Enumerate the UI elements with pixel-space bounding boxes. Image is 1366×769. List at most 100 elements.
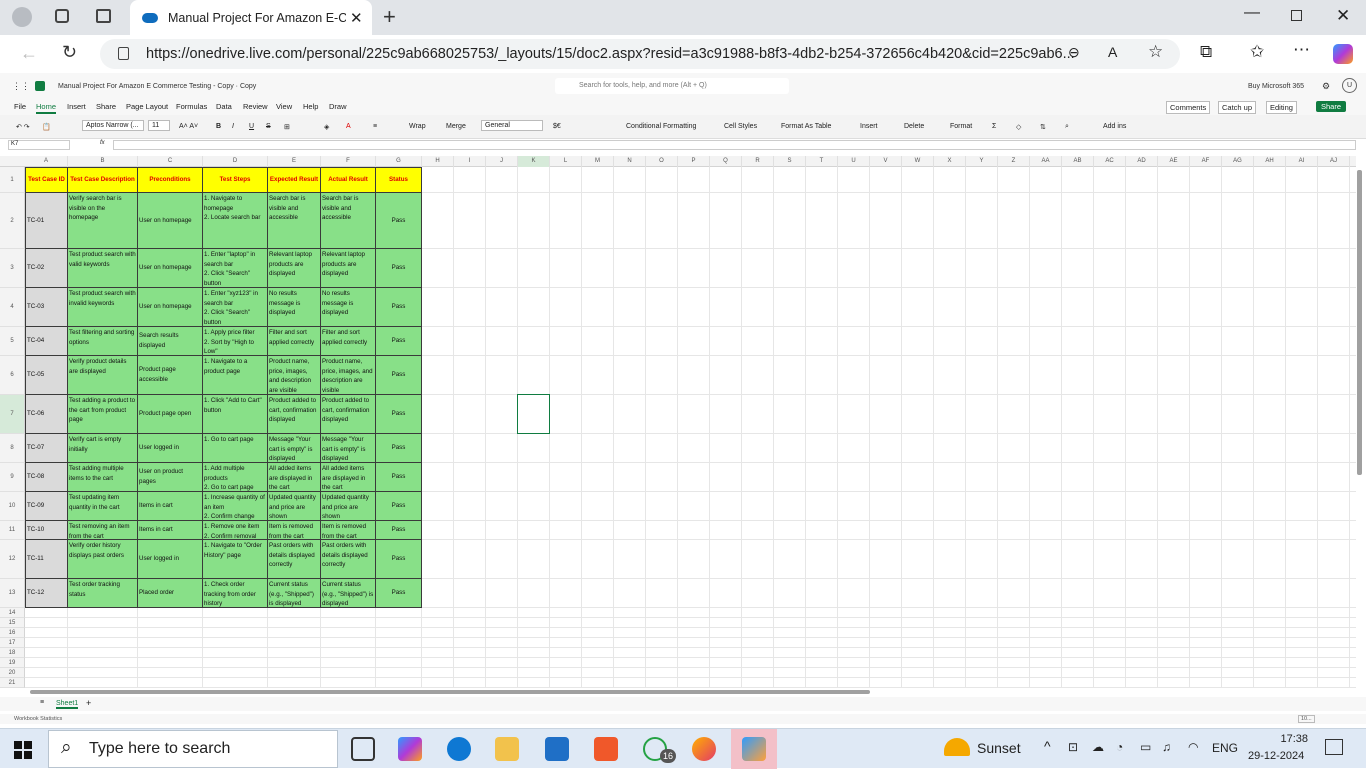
row-header[interactable]: 14 [0,608,25,618]
column-header[interactable]: P [678,156,710,167]
data-cell[interactable]: User on homepage [138,249,203,288]
column-header[interactable]: V [870,156,902,167]
status-cell[interactable]: Pass [376,492,422,521]
row-header[interactable]: 9 [0,463,25,492]
data-cell[interactable]: Test adding a product to the cart from p… [68,395,138,434]
brave-icon[interactable] [594,737,618,761]
data-cell[interactable]: Test removing an item from the cart [68,521,138,540]
tray-app-icon[interactable]: ⊡ [1068,740,1078,754]
weather-label[interactable]: Sunset [977,740,1021,756]
refresh-icon[interactable]: ↻ [62,42,77,63]
menu-view[interactable]: View [276,102,292,111]
minimize-icon[interactable]: — [1244,4,1260,22]
data-cell[interactable]: Message "Your cart is empty" is displaye… [268,434,321,463]
row-header[interactable]: 16 [0,628,25,638]
column-header[interactable]: W [902,156,934,167]
column-header[interactable]: J [486,156,518,167]
data-cell[interactable]: Message "Your cart is empty" is displaye… [321,434,376,463]
column-header[interactable]: AG [1222,156,1254,167]
test-case-id-cell[interactable]: TC-12 [25,579,68,608]
row-header[interactable]: 12 [0,540,25,579]
row-header[interactable]: 8 [0,434,25,463]
data-cell[interactable]: Item is removed from the cart [321,521,376,540]
format-table-button[interactable]: Format As Table [781,123,831,130]
doc-title[interactable]: Manual Project For Amazon E Commerce Tes… [58,83,256,90]
test-case-id-cell[interactable]: TC-05 [25,356,68,395]
clear-icon[interactable]: ◇ [1016,123,1021,131]
column-header[interactable]: T [806,156,838,167]
search-box[interactable]: Search for tools, help, and more (Alt + … [555,78,789,94]
column-header[interactable]: AJ [1318,156,1350,167]
column-header[interactable]: F [321,156,376,167]
data-cell[interactable]: User on homepage [138,288,203,327]
row-header[interactable]: 3 [0,249,25,288]
row-header[interactable]: 7 [0,395,25,434]
data-cell[interactable]: Relevant laptop products are displayed [321,249,376,288]
row-header[interactable]: 13 [0,579,25,608]
column-header[interactable]: D [203,156,268,167]
data-cell[interactable]: 1. Remove one item 2. Confirm removal [203,521,268,540]
status-cell[interactable]: Pass [376,540,422,579]
font-select[interactable]: Aptos Narrow (... [82,120,144,131]
status-cell[interactable]: Pass [376,356,422,395]
network-icon[interactable]: ◔ [1116,740,1123,754]
row-header[interactable]: 20 [0,668,25,678]
data-cell[interactable]: No results message is displayed [321,288,376,327]
status-cell[interactable]: Pass [376,249,422,288]
battery-icon[interactable]: ▭ [1140,740,1151,754]
more-icon[interactable]: ⋯ [1293,40,1310,60]
insert-button[interactable]: Insert [860,123,878,130]
test-case-id-cell[interactable]: TC-06 [25,395,68,434]
data-cell[interactable]: No results message is displayed [268,288,321,327]
data-cell[interactable]: Past orders with details displayed corre… [321,540,376,579]
sum-icon[interactable]: Σ [992,123,996,130]
data-cell[interactable]: Product added to cart, confirmation disp… [321,395,376,434]
data-cell[interactable]: Verify search bar is visible on the home… [68,193,138,249]
firefox-icon[interactable] [692,737,716,761]
column-header[interactable]: H [422,156,454,167]
data-cell[interactable]: Verify cart is empty initially [68,434,138,463]
test-case-id-cell[interactable]: TC-11 [25,540,68,579]
data-cell[interactable]: Items in cart [138,521,203,540]
cond-format-button[interactable]: Conditional Formatting [626,123,696,130]
row-header[interactable]: 5 [0,327,25,356]
data-cell[interactable]: User logged in [138,434,203,463]
test-case-id-cell[interactable]: TC-03 [25,288,68,327]
data-cell[interactable]: User on homepage [138,193,203,249]
notification-icon[interactable] [1325,739,1343,755]
active-tab[interactable]: Manual Project For Amazon E-Commerce Tes… [130,0,372,35]
close-window-icon[interactable]: ✕ [1336,6,1350,26]
column-header[interactable]: AI [1286,156,1318,167]
menu-file[interactable]: File [14,102,26,111]
undo-icon[interactable]: ↶ ↷ [16,123,30,131]
sort-icon[interactable]: ⇅ [1040,123,1046,131]
new-tab-icon[interactable]: + [383,4,396,30]
data-cell[interactable]: Test adding multiple items to the cart [68,463,138,492]
column-header[interactable]: AE [1158,156,1190,167]
font-size-select[interactable]: 11 [148,120,170,131]
column-header[interactable]: Q [710,156,742,167]
row-header[interactable]: 21 [0,678,25,688]
font-color-icon[interactable]: A [346,123,351,130]
number-format-select[interactable]: General [481,120,543,131]
extensions-icon[interactable]: ⧉ [1200,42,1212,62]
wifi-icon[interactable]: ◠ [1188,740,1198,754]
column-header[interactable]: AH [1254,156,1286,167]
align-icon[interactable]: ≡ [373,123,377,130]
header-cell[interactable]: Actual Result [321,167,376,193]
data-cell[interactable]: Filter and sort applied correctly [321,327,376,356]
menu-draw[interactable]: Draw [329,102,347,111]
comments-button[interactable]: Comments [1166,101,1211,114]
status-cell[interactable]: Pass [376,395,422,434]
column-header[interactable]: AB [1062,156,1094,167]
all-sheets-icon[interactable]: ≡ [40,699,44,706]
font-grow-icon[interactable]: A˄ A˅ [179,123,198,130]
vertical-scrollbar[interactable] [1357,170,1362,475]
currency-icon[interactable]: $€ [553,123,561,130]
status-cell[interactable]: Pass [376,193,422,249]
menu-share[interactable]: Share [96,102,116,111]
data-cell[interactable]: Search bar is visible and accessible [268,193,321,249]
delete-button[interactable]: Delete [904,123,924,130]
row-header[interactable]: 1 [0,167,25,193]
catchup-button[interactable]: Catch up [1218,101,1257,114]
